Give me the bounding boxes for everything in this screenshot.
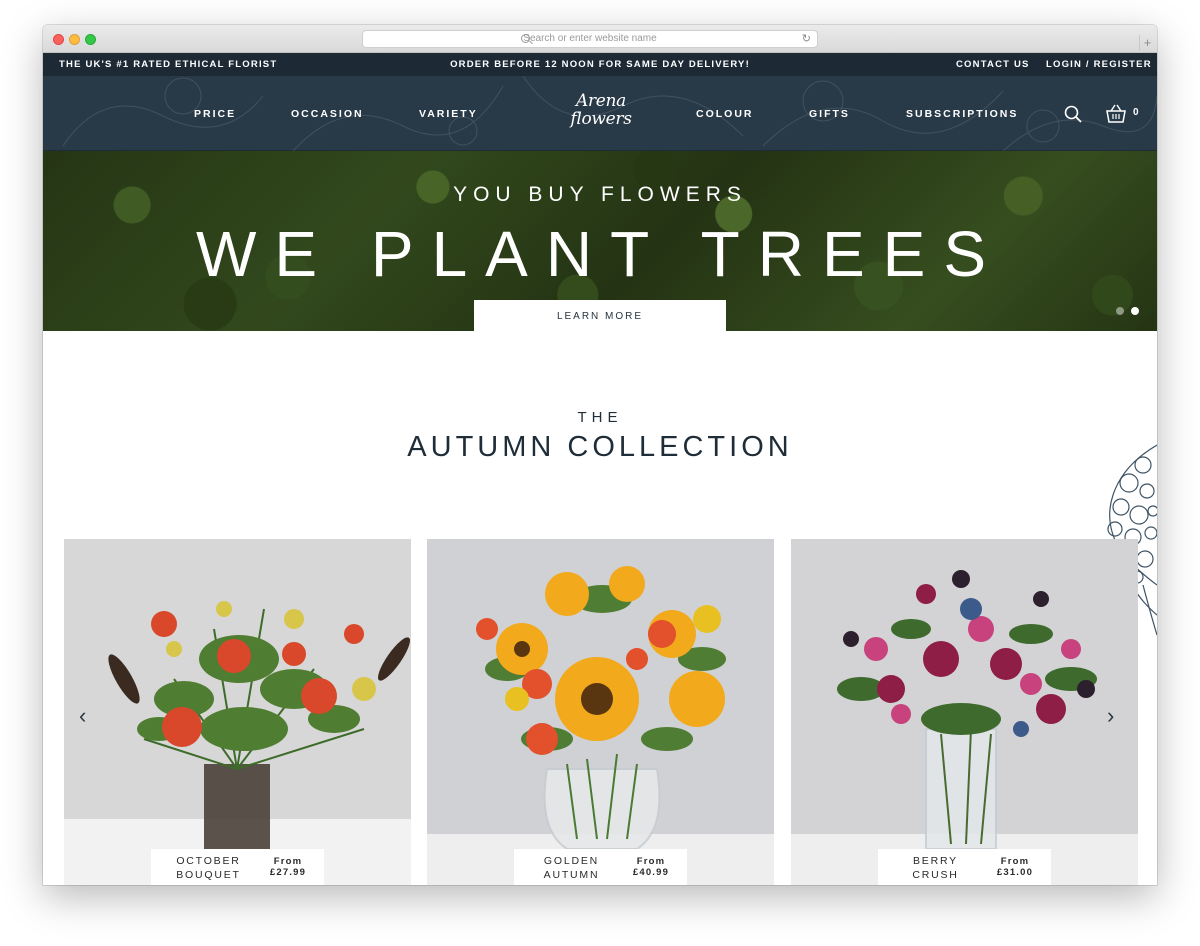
product-price: From £27.99	[259, 856, 317, 878]
maximize-window-button[interactable]	[85, 34, 96, 45]
nav-item-subscriptions[interactable]: SUBSCRIPTIONS	[906, 108, 1018, 120]
price-value: £31.00	[996, 867, 1034, 878]
product-name-line1: GOLDEN	[543, 855, 600, 867]
product-card-october-bouquet[interactable]: OCTOBER BOUQUET From £27.99	[64, 539, 411, 885]
browser-titlebar: Search or enter website name ↻ +	[43, 25, 1157, 53]
search-icon[interactable]	[1064, 105, 1082, 123]
product-name-line1: OCTOBER	[176, 855, 241, 867]
slider-dot-2[interactable]	[1131, 307, 1139, 315]
carousel-next-arrow-icon[interactable]: ›	[1107, 703, 1114, 729]
price-value: £27.99	[269, 867, 307, 878]
login-register-link[interactable]: LOGIN / REGISTER	[1046, 59, 1152, 70]
berry-crush-image	[837, 570, 1097, 850]
price-prefix: From	[1000, 856, 1030, 867]
learn-more-button[interactable]: LEARN MORE	[474, 300, 726, 331]
product-label: OCTOBER BOUQUET From £27.99	[151, 849, 324, 885]
hero-title: WE PLANT TREES	[196, 218, 1004, 290]
minimize-window-button[interactable]	[69, 34, 80, 45]
address-bar-placeholder: Search or enter website name	[523, 33, 657, 44]
product-name: BERRY CRUSH	[888, 854, 983, 882]
main-navigation: PRICE OCCASION VARIETY Arena flowers COL…	[43, 76, 1157, 151]
carousel-prev-arrow-icon[interactable]: ‹	[79, 703, 86, 729]
product-name-line2: AUTUMN	[543, 869, 600, 881]
arena-flowers-logo[interactable]: Arena flowers	[563, 92, 639, 134]
contact-us-link[interactable]: CONTACT US	[956, 59, 1030, 70]
nav-item-occasion[interactable]: OCCASION	[291, 108, 364, 120]
product-price: From £40.99	[622, 856, 680, 878]
product-name-line2: BOUQUET	[176, 869, 241, 881]
section-title: AUTUMN COLLECTION	[407, 431, 793, 463]
product-card-berry-crush[interactable]: BERRY CRUSH From £31.00	[791, 539, 1138, 885]
hero-subtitle: YOU BUY FLOWERS	[453, 183, 747, 206]
product-price: From £31.00	[986, 856, 1044, 878]
price-prefix: From	[273, 856, 303, 867]
browser-window: Search or enter website name ↻ + THE UK'…	[43, 25, 1157, 885]
product-card-golden-autumn[interactable]: GOLDEN AUTUMN From £40.99	[427, 539, 774, 885]
reload-icon[interactable]: ↻	[802, 31, 811, 47]
announcement-bar: THE UK'S #1 RATED ETHICAL FLORIST ORDER …	[43, 53, 1157, 76]
hero-banner: YOU BUY FLOWERS WE PLANT TREES LEARN MOR…	[43, 151, 1157, 331]
slider-dot-1[interactable]	[1116, 307, 1124, 315]
product-label: GOLDEN AUTUMN From £40.99	[514, 849, 687, 885]
nav-item-variety[interactable]: VARIETY	[419, 108, 478, 120]
product-name-line1: BERRY	[913, 855, 958, 867]
search-icon	[521, 34, 530, 43]
logo-line-flowers: flowers	[570, 109, 632, 129]
basket-count: 0	[1133, 107, 1139, 118]
price-prefix: From	[636, 856, 666, 867]
nav-item-price[interactable]: PRICE	[194, 108, 236, 120]
golden-autumn-image	[476, 566, 726, 850]
nav-item-gifts[interactable]: GIFTS	[809, 108, 850, 120]
nav-item-colour[interactable]: COLOUR	[696, 108, 754, 120]
price-value: £40.99	[632, 867, 670, 878]
logo-line-arena: Arena	[575, 91, 627, 111]
basket-icon[interactable]	[1105, 104, 1127, 124]
new-tab-button[interactable]: +	[1139, 35, 1155, 51]
product-label: BERRY CRUSH From £31.00	[878, 849, 1051, 885]
address-bar[interactable]: Search or enter website name ↻	[362, 30, 818, 48]
october-bouquet-image	[108, 601, 410, 849]
product-name-line2: CRUSH	[912, 869, 959, 881]
close-window-button[interactable]	[53, 34, 64, 45]
section-kicker: THE	[577, 409, 623, 426]
product-name: GOLDEN AUTUMN	[524, 854, 619, 882]
product-name: OCTOBER BOUQUET	[161, 854, 256, 882]
